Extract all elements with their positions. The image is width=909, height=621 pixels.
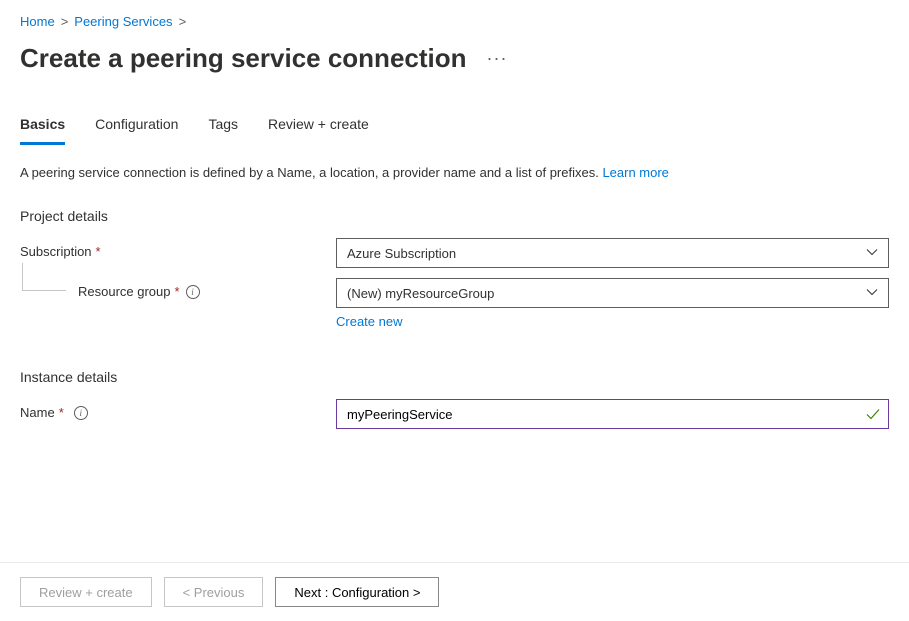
tab-basics[interactable]: Basics <box>20 116 65 145</box>
page-title: Create a peering service connection <box>20 43 467 74</box>
description-text: A peering service connection is defined … <box>20 165 889 180</box>
tab-configuration[interactable]: Configuration <box>95 116 178 145</box>
name-label: Name <box>20 405 55 420</box>
footer-actions: Review + create < Previous Next : Config… <box>0 562 909 621</box>
chevron-down-icon <box>866 246 878 261</box>
create-new-resource-group-link[interactable]: Create new <box>336 314 402 329</box>
tab-bar: Basics Configuration Tags Review + creat… <box>20 116 889 145</box>
resource-group-value: (New) myResourceGroup <box>347 286 494 301</box>
tab-review-create[interactable]: Review + create <box>268 116 369 145</box>
subscription-label: Subscription <box>20 244 92 259</box>
subscription-select[interactable]: Azure Subscription <box>336 238 889 268</box>
tab-tags[interactable]: Tags <box>208 116 238 145</box>
breadcrumb-separator: > <box>61 14 69 29</box>
breadcrumb: Home > Peering Services > <box>20 14 889 29</box>
required-indicator: * <box>175 284 180 299</box>
tree-connector-icon <box>22 263 66 291</box>
required-indicator: * <box>96 244 101 259</box>
info-icon[interactable]: i <box>74 406 88 420</box>
previous-button: < Previous <box>164 577 264 607</box>
breadcrumb-peering-services[interactable]: Peering Services <box>74 14 172 29</box>
resource-group-label: Resource group <box>78 284 171 299</box>
next-button[interactable]: Next : Configuration > <box>275 577 439 607</box>
required-indicator: * <box>59 405 64 420</box>
more-actions-button[interactable]: ··· <box>487 48 508 69</box>
subscription-value: Azure Subscription <box>347 246 456 261</box>
name-input[interactable] <box>336 399 889 429</box>
check-icon <box>865 406 881 425</box>
breadcrumb-separator: > <box>179 14 187 29</box>
info-icon[interactable]: i <box>186 285 200 299</box>
breadcrumb-home[interactable]: Home <box>20 14 55 29</box>
review-create-button: Review + create <box>20 577 152 607</box>
learn-more-link[interactable]: Learn more <box>602 165 668 180</box>
section-project-details: Project details <box>20 208 889 224</box>
resource-group-select[interactable]: (New) myResourceGroup <box>336 278 889 308</box>
section-instance-details: Instance details <box>20 369 889 385</box>
chevron-down-icon <box>866 286 878 301</box>
